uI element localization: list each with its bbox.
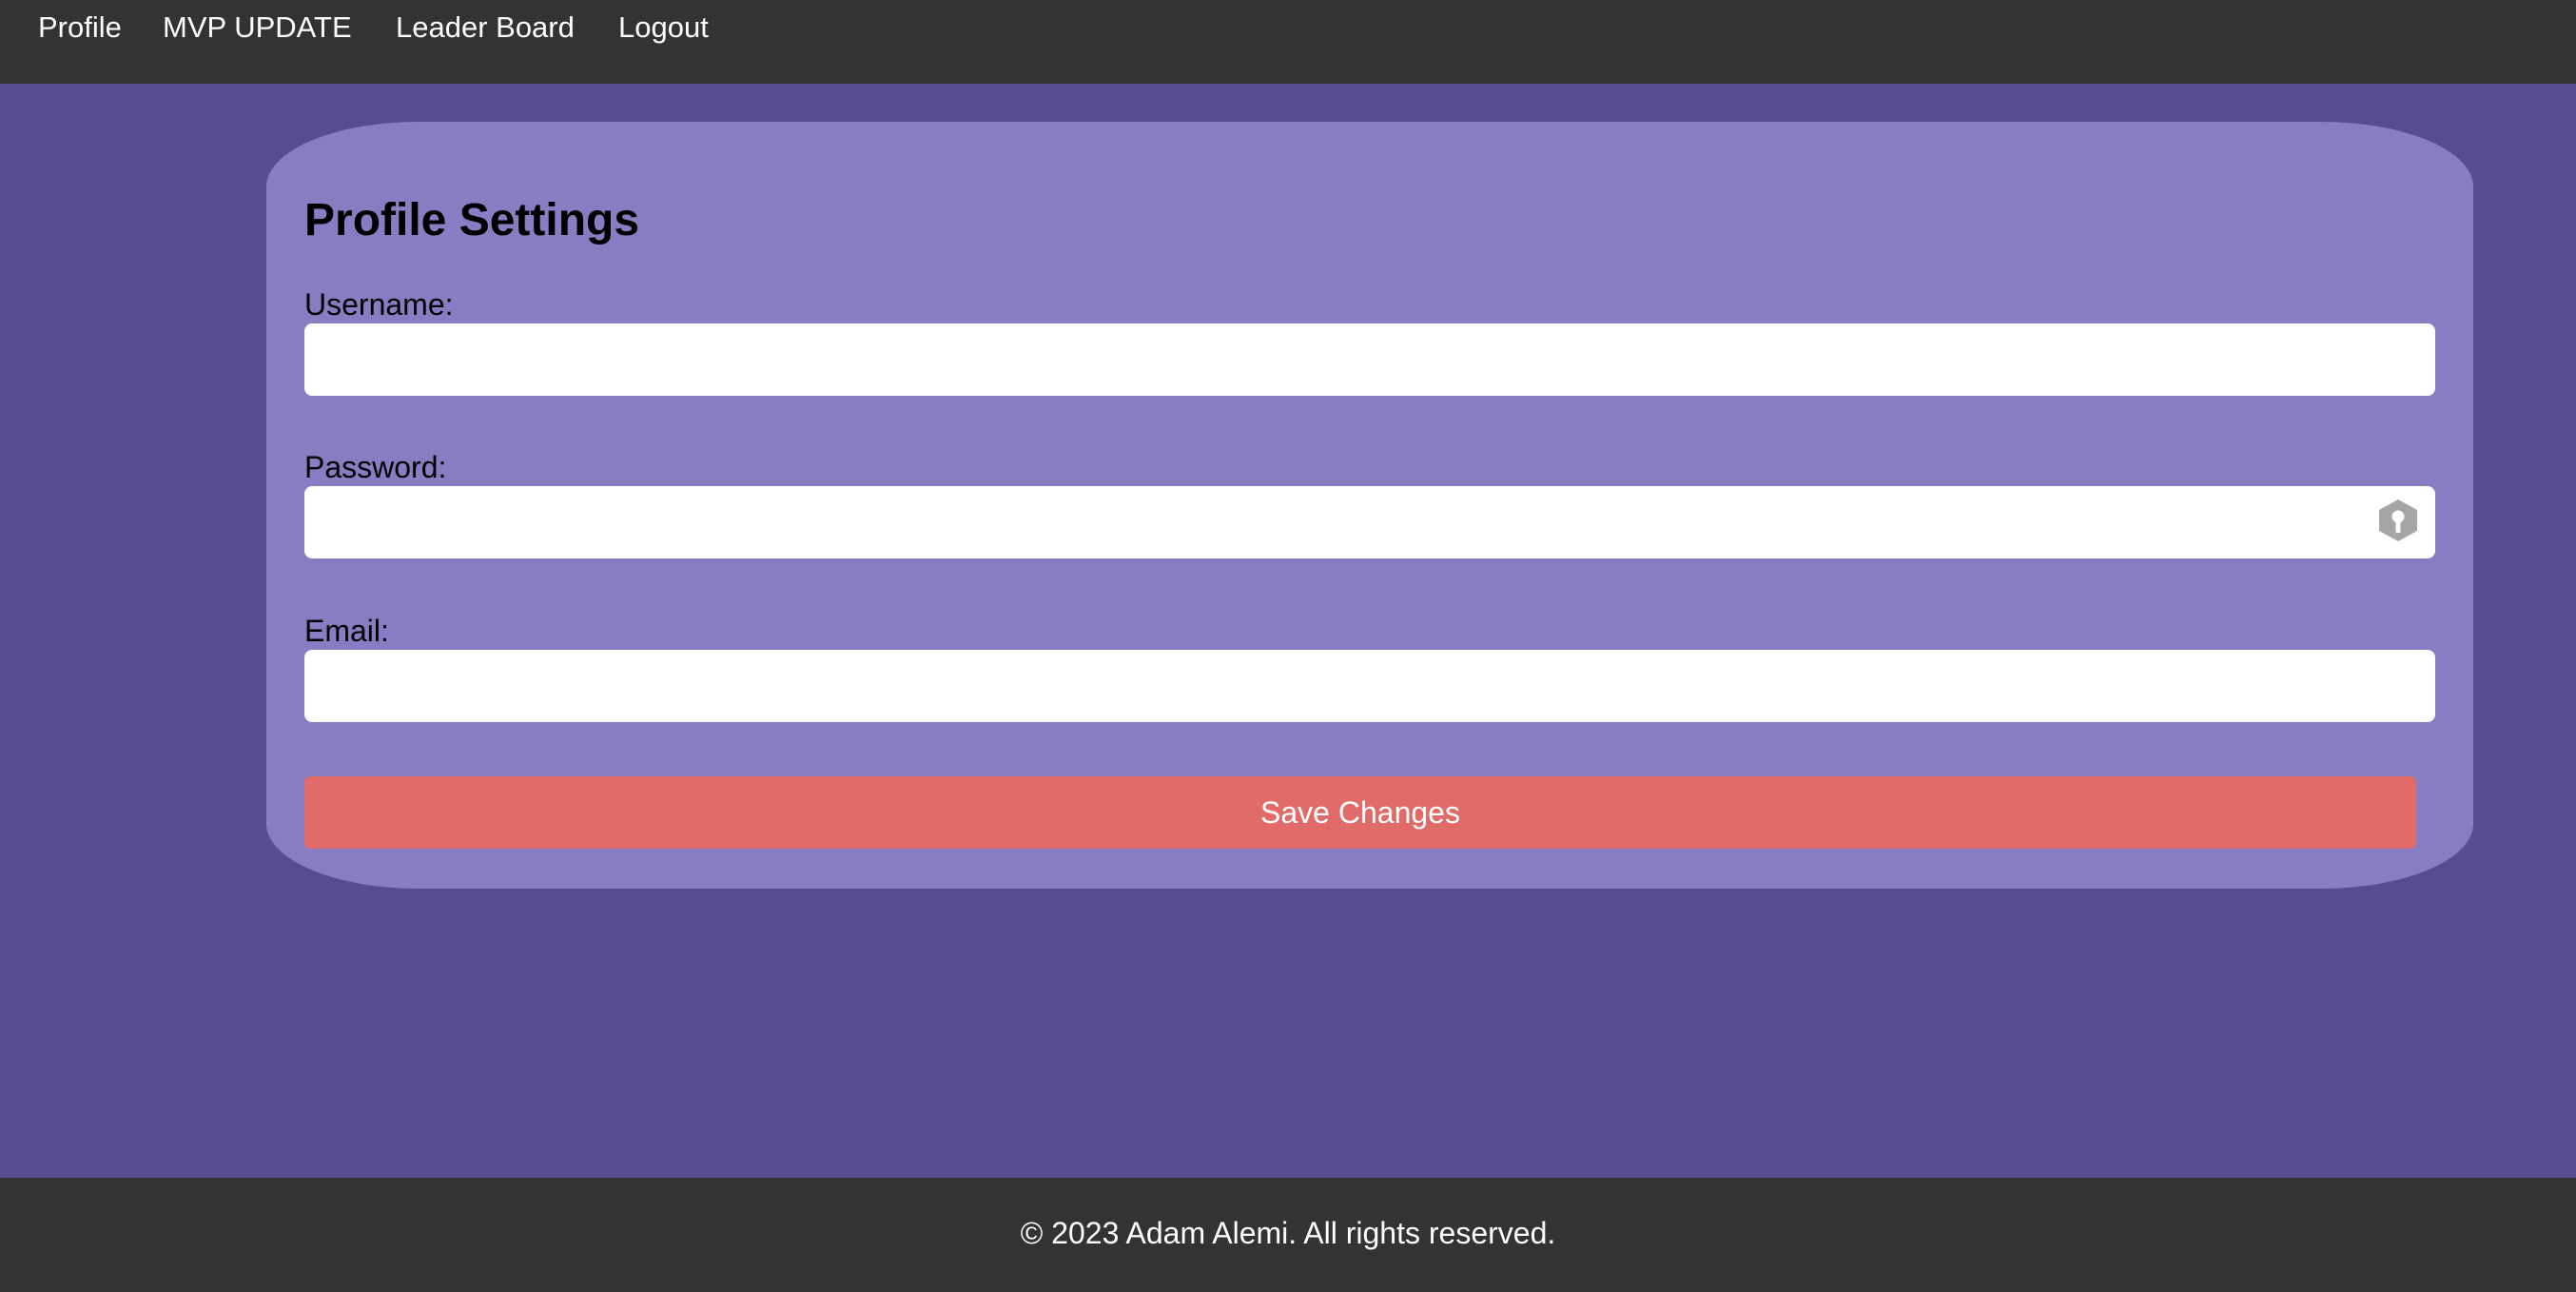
top-navigation-bar: Profile MVP UPDATE Leader Board Logout	[0, 0, 2576, 84]
email-label: Email:	[304, 614, 389, 648]
username-label: Username:	[304, 287, 454, 322]
copyright-text: © 2023 Adam Alemi. All rights reserved.	[1020, 1216, 1556, 1250]
nav-link-profile[interactable]: Profile	[38, 10, 122, 45]
profile-settings-card: Profile Settings Username: Password: Ema…	[266, 122, 2473, 889]
username-input[interactable]	[304, 323, 2435, 396]
nav-link-mvp-update[interactable]: MVP UPDATE	[163, 10, 352, 45]
key-icon[interactable]	[2376, 499, 2420, 542]
email-input[interactable]	[304, 650, 2435, 722]
nav-link-leader-board[interactable]: Leader Board	[396, 10, 575, 45]
password-input[interactable]	[304, 486, 2435, 558]
page-title: Profile Settings	[304, 195, 640, 245]
save-changes-button[interactable]: Save Changes	[304, 776, 2416, 849]
page-footer: © 2023 Adam Alemi. All rights reserved.	[0, 1178, 2576, 1292]
nav-link-logout[interactable]: Logout	[618, 10, 709, 45]
password-label: Password:	[304, 450, 447, 484]
